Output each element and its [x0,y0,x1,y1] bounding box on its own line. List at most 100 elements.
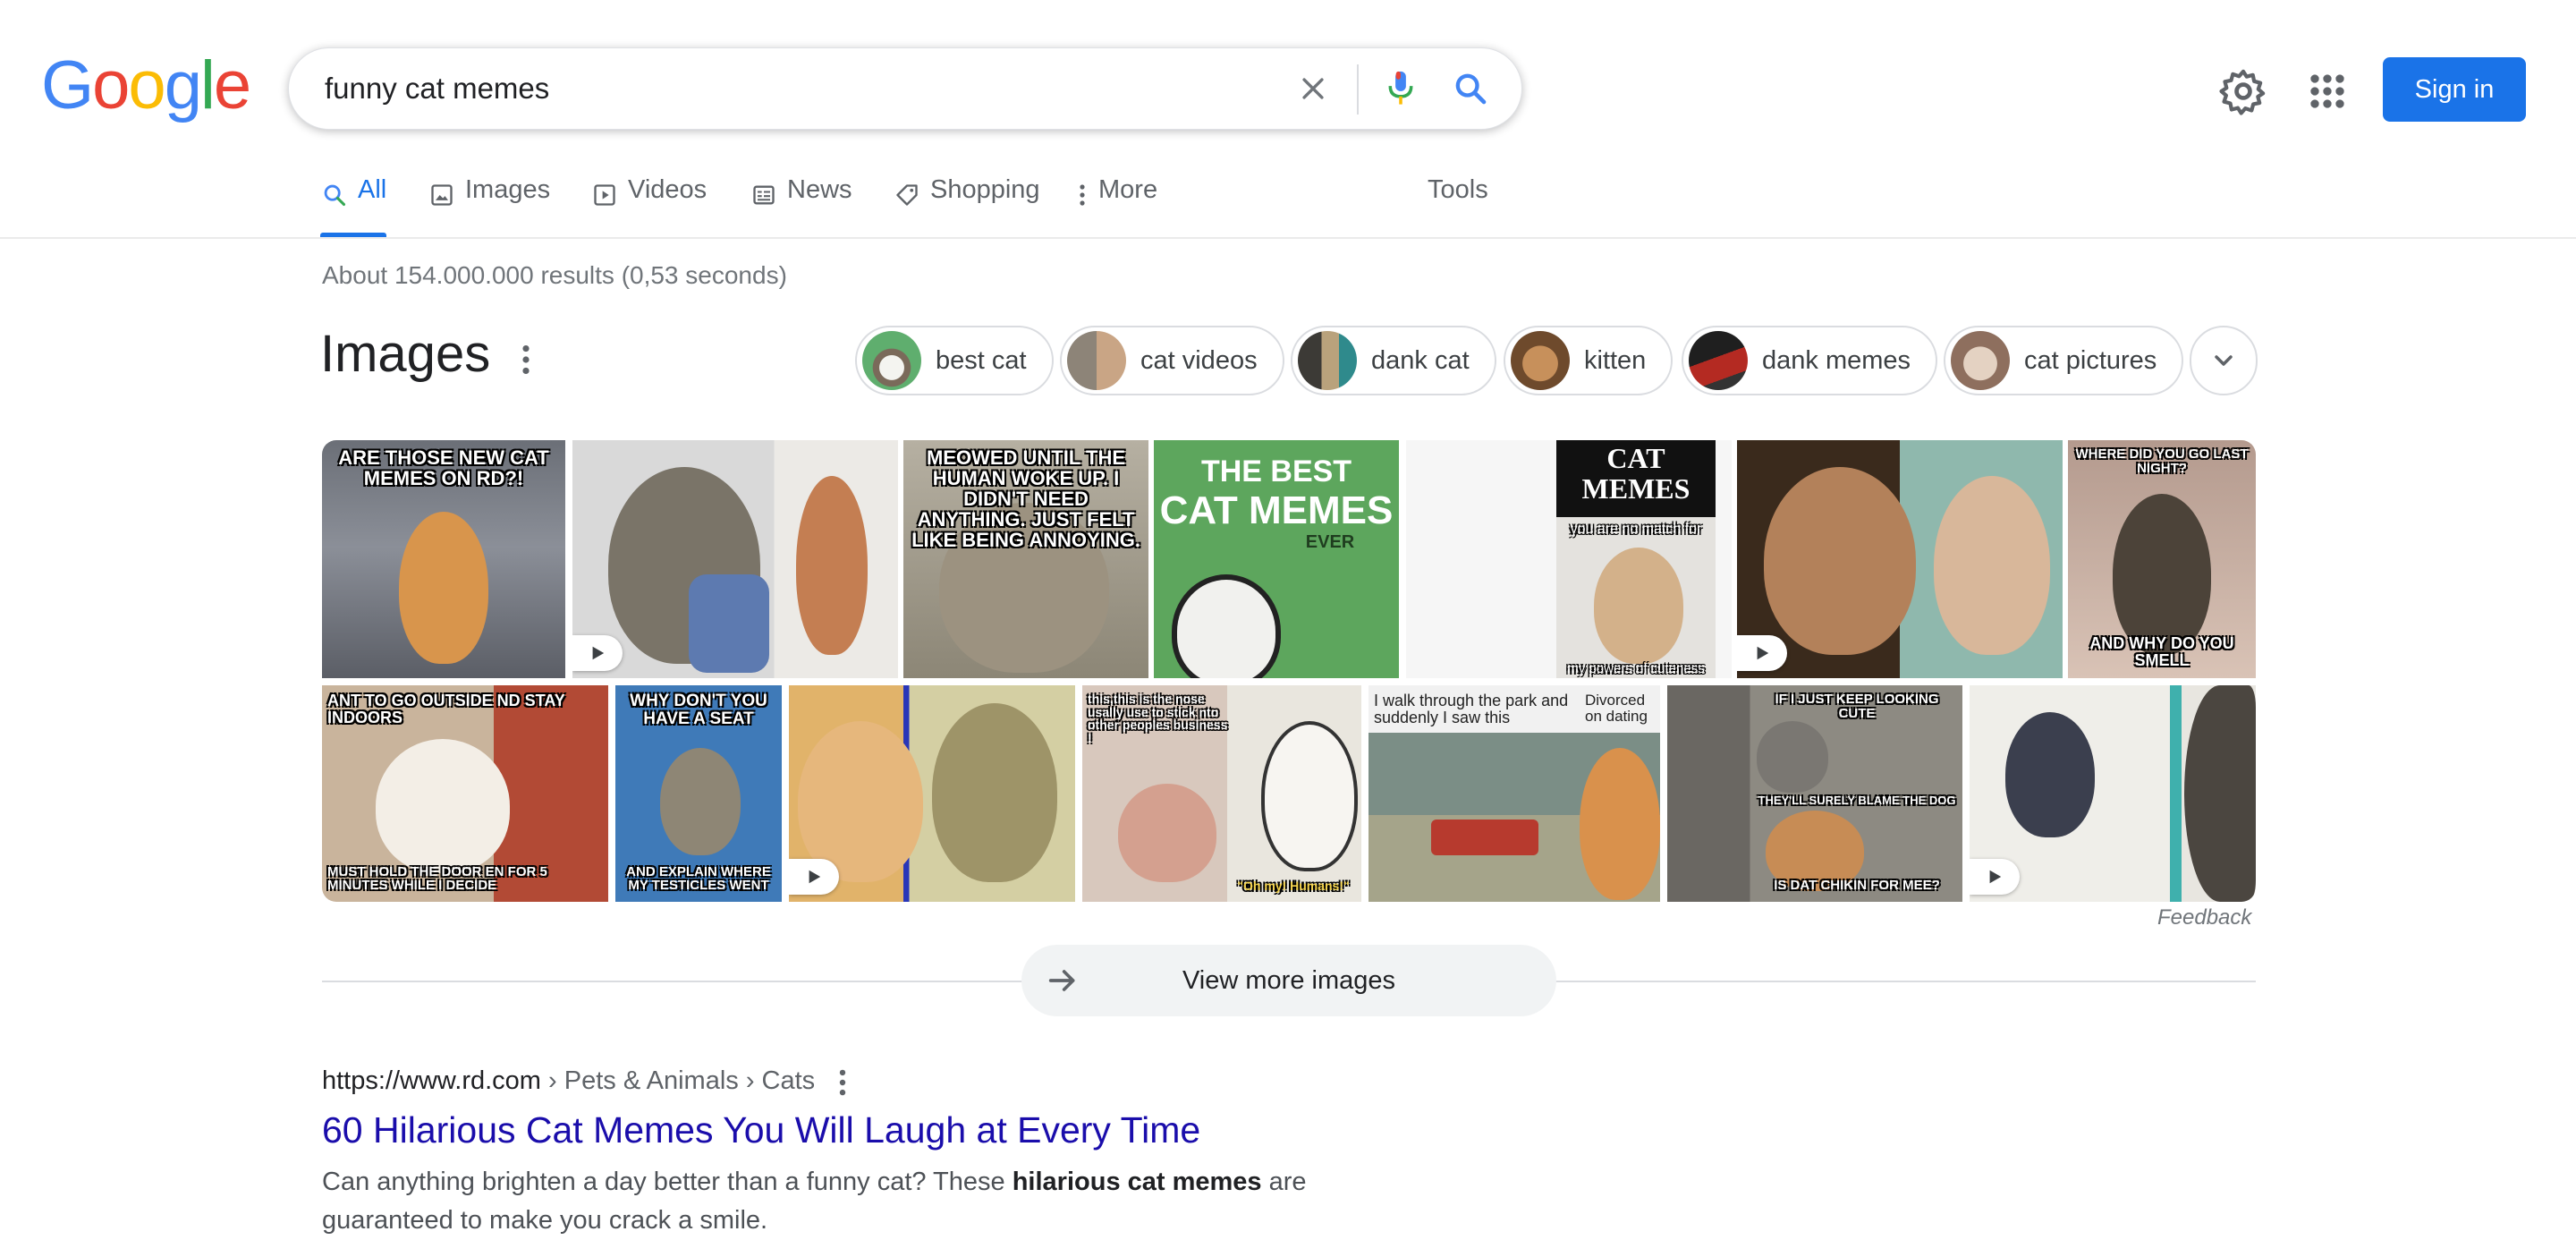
result-breadcrumbs: › Pets & Animals › Cats [540,1066,816,1095]
image-result[interactable] [789,685,1075,902]
chip-cat-pictures[interactable]: cat pictures [1944,326,2184,395]
vertical-dots-icon[interactable] [515,344,537,376]
images-section-title: Images [320,325,491,383]
image-result[interactable]: WHY DON'T YOU HAVE A SEAT AND EXPLAIN WH… [615,685,782,902]
chip-dank-memes[interactable]: dank memes [1682,326,1938,395]
search-icon [320,181,349,209]
image-results-grid: ARE THOSE NEW CAT MEMES ON RD?! MEOWED U… [322,440,2256,902]
chip-label: dank cat [1371,345,1470,375]
search-divider [1357,64,1359,115]
image-result[interactable]: CAT MEMES you are no match for my powers… [1406,440,1732,678]
tab-label: Shopping [930,175,1040,204]
chip-label: dank memes [1762,345,1911,375]
image-result[interactable]: this,this is the nose usally use to stic… [1082,685,1361,902]
image-icon [428,181,456,209]
vertical-dots-icon[interactable] [832,1068,853,1097]
chip-thumbnail [1511,331,1570,390]
image-caption: AND WHY DO YOU SMELL [2089,634,2234,670]
image-result[interactable]: ARE THOSE NEW CAT MEMES ON RD?! [322,440,565,678]
image-caption: IS DAT CHIKIN FOR MEE? [1774,878,1940,894]
image-result[interactable]: ANT TO GO OUTSIDE ND STAY INDOORS MUST H… [322,685,608,902]
video-play-badge [789,859,839,895]
apps-grid-icon[interactable] [2302,66,2352,116]
view-more-label: View more images [1182,965,1395,995]
close-icon[interactable] [1291,66,1335,111]
chip-thumbnail [1951,331,2010,390]
image-result[interactable] [1737,440,2063,678]
chip-thumbnail [862,331,921,390]
image-caption: CAT MEMES [1581,442,1690,505]
chip-thumbnail [1689,331,1748,390]
chip-thumbnail [1298,331,1357,390]
result-snippet: Can anything brighten a day better than … [322,1168,1307,1235]
image-caption: I walk through the park and suddenly I s… [1374,692,1569,726]
video-play-badge [572,635,623,671]
image-caption: AND EXPLAIN WHERE MY TESTICLES WENT [626,863,771,894]
image-caption: this,this is the nose usally use to stic… [1088,692,1228,746]
image-caption: "Oh my! Humans!" [1237,879,1350,894]
tab-videos[interactable]: Videos [590,175,707,238]
search-input[interactable]: funny cat memes [325,72,549,106]
tabs-divider [0,237,2576,239]
video-play-badge [1970,859,2020,895]
chip-dank-cat[interactable]: dank cat [1291,326,1496,395]
tab-label: News [787,175,852,204]
image-result[interactable] [1970,685,2256,902]
image-caption: MUST HOLD THE DOOR EN FOR 5 MINUTES WHIL… [327,863,547,894]
tab-label: Images [465,175,551,204]
chevron-down-icon[interactable] [2190,326,2258,395]
result-url[interactable]: https://www.rd.com › Pets & Animals › Ca… [322,1066,815,1096]
tab-all[interactable]: All [320,175,387,238]
image-caption: CAT MEMES [1159,488,1394,532]
microphone-icon[interactable] [1378,66,1423,111]
tab-more[interactable]: More [1075,175,1157,238]
image-caption: EVER [1305,532,1355,552]
video-play-badge [1737,635,1787,671]
image-result[interactable] [572,440,898,678]
tab-images[interactable]: Images [428,175,550,238]
vertical-dots-icon [1075,181,1089,209]
chip-label: cat videos [1140,345,1258,375]
result-domain: https://www.rd.com [322,1066,541,1095]
image-result[interactable]: IF I JUST KEEP LOOKING CUTE THEY'LL SURE… [1667,685,1962,902]
image-caption: THEY'LL SURELY BLAME THE DOG [1758,794,1956,807]
news-icon [750,181,778,209]
image-caption: you are no match for [1570,522,1702,537]
result-title-link[interactable]: 60 Hilarious Cat Memes You Will Laugh at… [322,1109,1200,1151]
chip-thumbnail [1067,331,1126,390]
tab-label: Tools [1428,175,1488,204]
image-caption: THE BEST [1200,454,1352,488]
image-result[interactable]: THE BEST CAT MEMES EVER [1154,440,1399,678]
image-result[interactable]: MEOWED UNTIL THE HUMAN WOKE UP. I DIDN'T… [903,440,1148,678]
result-stats: About 154.000.000 results (0,53 seconds) [322,261,787,289]
tab-label: All [358,175,387,204]
chip-label: cat pictures [2024,345,2157,375]
play-icon [590,181,619,209]
image-result[interactable]: I walk through the park and suddenly I s… [1368,685,1660,902]
image-caption: ARE THOSE NEW CAT MEMES ON RD?! [338,446,549,490]
search-icon[interactable] [1448,66,1493,111]
tab-tools[interactable]: Tools [1428,175,1488,238]
tab-news[interactable]: News [750,175,852,238]
image-caption: my powers of cuteness [1567,661,1705,677]
image-caption: MEOWED UNTIL THE HUMAN WOKE UP. I DIDN'T… [911,446,1140,552]
sign-in-button[interactable]: Sign in [2383,57,2526,122]
image-result[interactable]: WHERE DID YOU GO LAST NIGHT? AND WHY DO … [2068,440,2256,678]
view-more-images-button[interactable]: View more images [1021,945,1556,1016]
chip-label: kitten [1584,345,1647,375]
chip-kitten[interactable]: kitten [1504,326,1674,395]
image-caption: ANT TO GO OUTSIDE ND STAY INDOORS [327,692,565,726]
search-box[interactable]: funny cat memes [288,47,1522,130]
tag-icon [893,181,921,209]
tab-label: Videos [628,175,708,204]
tab-label: More [1098,175,1158,204]
tab-shopping[interactable]: Shopping [893,175,1040,238]
feedback-link[interactable]: Feedback [2157,905,2251,930]
image-caption: IF I JUST KEEP LOOKING CUTE [1775,692,1939,721]
chip-cat-videos[interactable]: cat videos [1060,326,1284,395]
google-logo[interactable]: Google [41,52,251,120]
image-caption: Divorced on dating [1585,692,1648,725]
chip-best-cat[interactable]: best cat [855,326,1054,395]
gear-icon[interactable] [2218,66,2268,116]
image-caption: WHY DON'T YOU HAVE A SEAT [630,692,767,728]
